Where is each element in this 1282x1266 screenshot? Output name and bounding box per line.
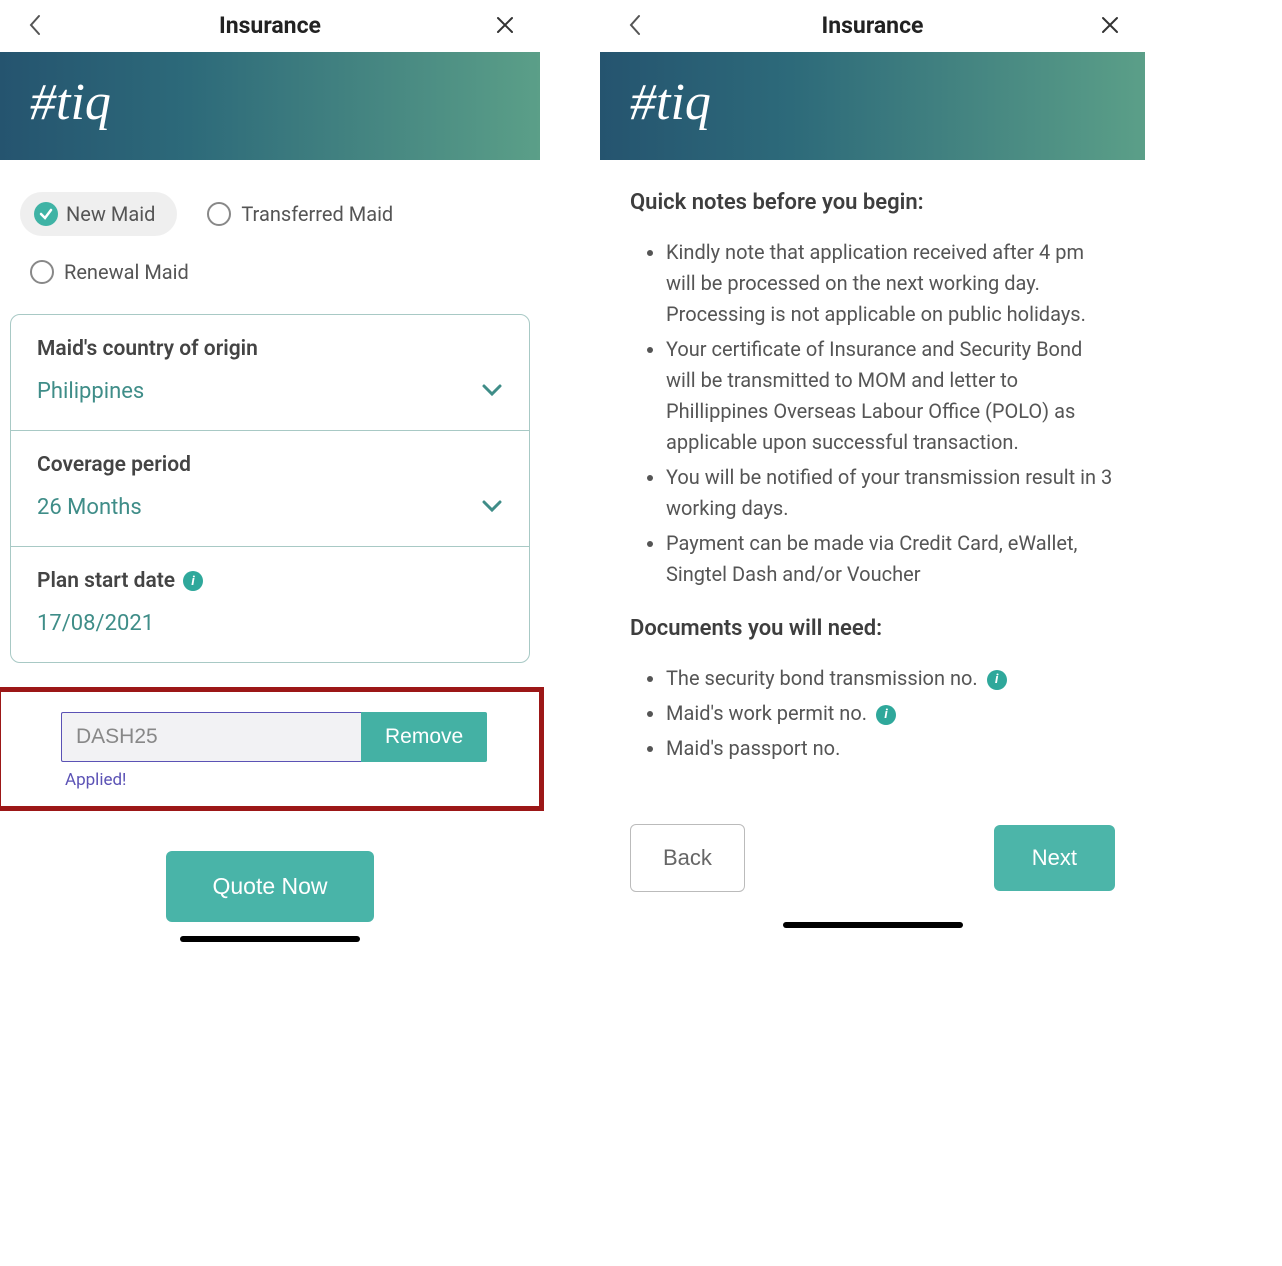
remove-promo-button[interactable]: Remove xyxy=(361,712,487,762)
list-item: Kindly note that application received af… xyxy=(666,237,1115,330)
home-indicator xyxy=(180,936,360,942)
chevron-down-icon xyxy=(481,382,503,401)
screen-intro: Insurance #tiq Quick notes before you be… xyxy=(600,0,1145,1266)
svg-text:#tiq: #tiq xyxy=(630,74,711,131)
docs-heading: Documents you will need: xyxy=(630,616,1115,641)
list-item: The security bond transmission no. i xyxy=(666,663,1115,694)
radio-icon xyxy=(207,202,231,226)
brand-hero: #tiq xyxy=(0,52,540,160)
chevron-down-icon xyxy=(481,498,503,517)
notes-heading: Quick notes before you begin: xyxy=(630,190,1115,215)
field-label: Coverage period xyxy=(37,453,503,477)
option-label: Transferred Maid xyxy=(241,202,393,226)
brand-hero: #tiq xyxy=(600,52,1145,160)
screen-quote: Insurance #tiq New Maid Transferred Maid… xyxy=(0,0,540,1266)
option-label: Renewal Maid xyxy=(64,260,189,284)
info-icon[interactable]: i xyxy=(987,670,1007,690)
option-renewal-maid[interactable]: Renewal Maid xyxy=(30,260,540,284)
svg-text:#tiq: #tiq xyxy=(30,74,111,131)
field-value: Philippines xyxy=(37,379,144,404)
docs-list: The security bond transmission no. i Mai… xyxy=(630,663,1115,764)
notes-list: Kindly note that application received af… xyxy=(630,237,1115,590)
list-item: Maid's passport no. xyxy=(666,733,1115,764)
field-plan-start-date[interactable]: Plan start date i 17/08/2021 xyxy=(11,547,529,662)
promo-code-input[interactable] xyxy=(61,712,361,762)
option-transferred-maid[interactable]: Transferred Maid xyxy=(207,202,393,226)
list-item: Your certificate of Insurance and Securi… xyxy=(666,334,1115,458)
info-icon[interactable]: i xyxy=(876,705,896,725)
quote-now-button[interactable]: Quote Now xyxy=(166,851,373,922)
list-item: You will be notified of your transmissio… xyxy=(666,462,1115,524)
back-icon[interactable] xyxy=(620,10,650,40)
promo-highlight: Remove Applied! xyxy=(0,687,544,811)
top-bar: Insurance xyxy=(0,0,540,52)
field-label: Maid's country of origin xyxy=(37,337,503,361)
home-indicator xyxy=(783,922,963,928)
field-value: 26 Months xyxy=(37,495,142,520)
option-label: New Maid xyxy=(66,202,155,226)
close-icon[interactable] xyxy=(490,10,520,40)
close-icon[interactable] xyxy=(1095,10,1125,40)
list-item: Payment can be made via Credit Card, eWa… xyxy=(666,528,1115,590)
page-title: Insurance xyxy=(822,12,924,39)
info-icon[interactable]: i xyxy=(183,571,203,591)
radio-icon xyxy=(30,260,54,284)
field-country-of-origin[interactable]: Maid's country of origin Philippines xyxy=(11,315,529,431)
field-label: Plan start date i xyxy=(37,569,503,593)
field-value: 17/08/2021 xyxy=(37,611,154,636)
back-icon[interactable] xyxy=(20,10,50,40)
check-icon xyxy=(34,202,58,226)
option-new-maid[interactable]: New Maid xyxy=(20,192,177,236)
quote-form-card: Maid's country of origin Philippines Cov… xyxy=(10,314,530,663)
promo-applied-text: Applied! xyxy=(65,770,479,790)
page-title: Insurance xyxy=(219,12,321,39)
next-button[interactable]: Next xyxy=(994,825,1115,891)
back-button[interactable]: Back xyxy=(630,824,745,892)
list-item: Maid's work permit no. i xyxy=(666,698,1115,729)
field-coverage-period[interactable]: Coverage period 26 Months xyxy=(11,431,529,547)
top-bar: Insurance xyxy=(600,0,1145,52)
